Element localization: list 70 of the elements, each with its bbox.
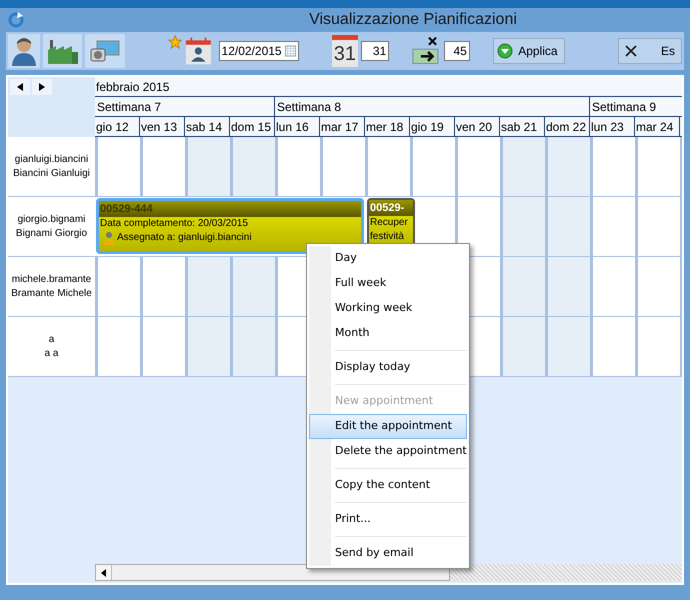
person-icon: [103, 231, 115, 245]
camera-photo-icon: [88, 38, 121, 64]
appointment-text: Recuper: [370, 216, 408, 230]
menu-item[interactable]: Delete the appointment: [309, 439, 467, 464]
day-cell[interactable]: [545, 137, 590, 196]
appointment-text: Assegnato a: gianluigi.biancini: [117, 231, 252, 245]
week-header: Settimana 7: [95, 97, 275, 116]
shift-field[interactable]: 45: [444, 41, 470, 61]
calendar-icon: [284, 45, 296, 57]
check-circle-icon: [496, 43, 513, 59]
window-title: Visualizzazione Pianificazioni: [308, 10, 518, 30]
menu-item[interactable]: Send by email: [309, 541, 467, 566]
day-cell[interactable]: [545, 257, 590, 316]
photo-button[interactable]: [85, 34, 125, 68]
arrow-x-icon: [412, 35, 441, 67]
menu-item[interactable]: Full week: [309, 271, 467, 296]
exit-button[interactable]: Es: [618, 38, 682, 64]
refresh-icon: [8, 12, 24, 28]
day-header: sab 21: [500, 117, 545, 136]
day-header: ven 20: [455, 117, 500, 136]
right-arrow-icon: [39, 83, 45, 91]
day-header: mer 18: [365, 117, 410, 136]
day-cell[interactable]: [230, 317, 275, 376]
day-cell[interactable]: [500, 197, 545, 256]
day-cell[interactable]: [545, 197, 590, 256]
day-header: gio 19: [410, 117, 455, 136]
day-header: lun 16: [275, 117, 320, 136]
day-header: dom 15: [230, 117, 275, 136]
day-cell[interactable]: [230, 257, 275, 316]
menu-item[interactable]: Display today: [309, 355, 467, 380]
next-button[interactable]: [32, 79, 52, 95]
scroll-left-button[interactable]: [96, 565, 112, 580]
left-arrow-icon: [101, 568, 106, 576]
day-cell[interactable]: [545, 317, 590, 376]
week-header: Settimana 8: [275, 97, 590, 116]
calendar-person-icon: [184, 35, 212, 67]
calendar-icon: 31: [332, 35, 358, 67]
date-field[interactable]: 12/02/2015: [218, 41, 299, 61]
day-cell[interactable]: [185, 317, 230, 376]
apply-button[interactable]: Applica: [492, 38, 565, 64]
day-cell[interactable]: [230, 137, 275, 196]
close-icon: [624, 45, 637, 57]
day-header: lun 23: [590, 117, 635, 136]
appointment-text: festività: [370, 230, 404, 244]
days-field[interactable]: 31: [361, 41, 390, 61]
day-header: mar 24: [635, 117, 680, 136]
factory-icon: [46, 38, 79, 64]
menu-item[interactable]: Copy the content: [309, 473, 467, 498]
appointment-text: Data completamento: 20/03/2015: [100, 217, 248, 231]
previous-button[interactable]: [10, 79, 30, 95]
day-cell[interactable]: [185, 257, 230, 316]
appointment[interactable]: 00529-444 Data completamento: 20/03/2015 Assegnato a: gianluigi.biancini: [96, 198, 364, 254]
factory-button[interactable]: [43, 34, 82, 68]
day-cell[interactable]: [500, 257, 545, 316]
user-button[interactable]: [8, 34, 40, 68]
left-arrow-icon: [17, 83, 23, 91]
menu-item[interactable]: Print...: [309, 507, 467, 532]
day-header: sab 14: [185, 117, 230, 136]
day-header: dom 22: [545, 117, 590, 136]
day-cell[interactable]: [500, 137, 545, 196]
menu-item[interactable]: Working week: [309, 296, 467, 321]
day-cell[interactable]: [500, 317, 545, 376]
person-icon: [11, 36, 38, 66]
star-icon: [168, 34, 182, 50]
day-header: ven 13: [140, 117, 185, 136]
day-cell[interactable]: [185, 137, 230, 196]
menu-item[interactable]: Edit the appointment: [309, 414, 467, 439]
day-header: gio 12: [95, 117, 140, 136]
menu-item[interactable]: Month: [309, 321, 467, 346]
day-header: mar 17: [320, 117, 365, 136]
